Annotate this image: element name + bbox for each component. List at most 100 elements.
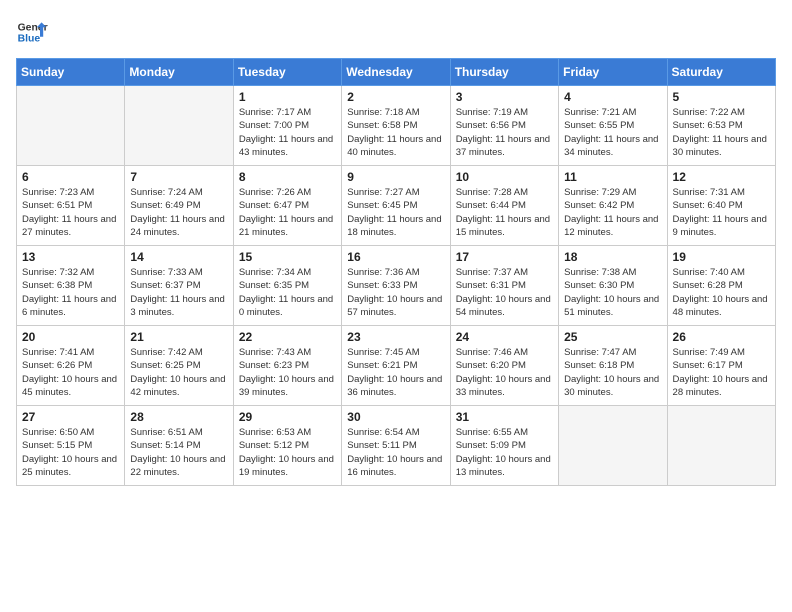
day-info: Sunrise: 7:31 AM Sunset: 6:40 PM Dayligh… — [673, 186, 770, 239]
day-number: 8 — [239, 170, 336, 184]
day-info: Sunrise: 6:55 AM Sunset: 5:09 PM Dayligh… — [456, 426, 553, 479]
day-info: Sunrise: 7:40 AM Sunset: 6:28 PM Dayligh… — [673, 266, 770, 319]
calendar-cell: 1 Sunrise: 7:17 AM Sunset: 7:00 PM Daylig… — [233, 86, 341, 166]
weekday-header-sunday: Sunday — [17, 59, 125, 86]
calendar-cell: 19 Sunrise: 7:40 AM Sunset: 6:28 PM Dayli… — [667, 246, 775, 326]
day-info: Sunrise: 7:36 AM Sunset: 6:33 PM Dayligh… — [347, 266, 444, 319]
calendar-cell: 12 Sunrise: 7:31 AM Sunset: 6:40 PM Dayli… — [667, 166, 775, 246]
day-info: Sunrise: 7:46 AM Sunset: 6:20 PM Dayligh… — [456, 346, 553, 399]
weekday-header-saturday: Saturday — [667, 59, 775, 86]
day-number: 10 — [456, 170, 553, 184]
day-info: Sunrise: 7:38 AM Sunset: 6:30 PM Dayligh… — [564, 266, 661, 319]
calendar-cell: 6 Sunrise: 7:23 AM Sunset: 6:51 PM Daylig… — [17, 166, 125, 246]
day-info: Sunrise: 6:54 AM Sunset: 5:11 PM Dayligh… — [347, 426, 444, 479]
day-number: 29 — [239, 410, 336, 424]
day-number: 22 — [239, 330, 336, 344]
calendar-cell: 2 Sunrise: 7:18 AM Sunset: 6:58 PM Daylig… — [342, 86, 450, 166]
calendar-cell: 9Sunrise: 7:27 AM Sunset: 6:45 PM Daylig… — [342, 166, 450, 246]
header: General Blue — [16, 16, 776, 48]
day-number: 16 — [347, 250, 444, 264]
day-info: Sunrise: 7:18 AM Sunset: 6:58 PM Dayligh… — [347, 106, 444, 159]
day-info: Sunrise: 7:45 AM Sunset: 6:21 PM Dayligh… — [347, 346, 444, 399]
calendar-cell: 13 Sunrise: 7:32 AM Sunset: 6:38 PM Dayli… — [17, 246, 125, 326]
day-info: Sunrise: 7:28 AM Sunset: 6:44 PM Dayligh… — [456, 186, 553, 239]
weekday-header-friday: Friday — [559, 59, 667, 86]
calendar-cell: 26 Sunrise: 7:49 AM Sunset: 6:17 PM Dayli… — [667, 326, 775, 406]
calendar-cell — [125, 86, 233, 166]
day-number: 23 — [347, 330, 444, 344]
logo-icon: General Blue — [16, 16, 48, 48]
day-info: Sunrise: 7:24 AM Sunset: 6:49 PM Dayligh… — [130, 186, 227, 239]
day-number: 30 — [347, 410, 444, 424]
svg-text:Blue: Blue — [18, 34, 41, 45]
day-number: 11 — [564, 170, 661, 184]
day-number: 18 — [564, 250, 661, 264]
day-number: 17 — [456, 250, 553, 264]
day-number: 6 — [22, 170, 119, 184]
day-number: 28 — [130, 410, 227, 424]
calendar-cell: 14Sunrise: 7:33 AM Sunset: 6:37 PM Dayli… — [125, 246, 233, 326]
day-number: 19 — [673, 250, 770, 264]
calendar-cell: 22 Sunrise: 7:43 AM Sunset: 6:23 PM Dayli… — [233, 326, 341, 406]
calendar-cell: 3 Sunrise: 7:19 AM Sunset: 6:56 PM Daylig… — [450, 86, 558, 166]
day-number: 2 — [347, 90, 444, 104]
calendar-cell — [667, 406, 775, 486]
weekday-header-wednesday: Wednesday — [342, 59, 450, 86]
day-info: Sunrise: 7:32 AM Sunset: 6:38 PM Dayligh… — [22, 266, 119, 319]
weekday-header-tuesday: Tuesday — [233, 59, 341, 86]
day-number: 25 — [564, 330, 661, 344]
day-number: 12 — [673, 170, 770, 184]
day-info: Sunrise: 7:34 AM Sunset: 6:35 PM Dayligh… — [239, 266, 336, 319]
day-number: 4 — [564, 90, 661, 104]
calendar-cell — [17, 86, 125, 166]
day-info: Sunrise: 7:27 AM Sunset: 6:45 PM Dayligh… — [347, 186, 444, 239]
day-number: 21 — [130, 330, 227, 344]
day-info: Sunrise: 7:26 AM Sunset: 6:47 PM Dayligh… — [239, 186, 336, 239]
svg-text:General: General — [18, 22, 48, 33]
day-info: Sunrise: 6:53 AM Sunset: 5:12 PM Dayligh… — [239, 426, 336, 479]
calendar-cell: 20 Sunrise: 7:41 AM Sunset: 6:26 PM Dayli… — [17, 326, 125, 406]
day-number: 26 — [673, 330, 770, 344]
calendar-cell: 7 Sunrise: 7:24 AM Sunset: 6:49 PM Daylig… — [125, 166, 233, 246]
day-info: Sunrise: 7:22 AM Sunset: 6:53 PM Dayligh… — [673, 106, 770, 159]
day-number: 7 — [130, 170, 227, 184]
day-number: 24 — [456, 330, 553, 344]
weekday-header-thursday: Thursday — [450, 59, 558, 86]
day-number: 1 — [239, 90, 336, 104]
calendar-cell: 29 Sunrise: 6:53 AM Sunset: 5:12 PM Dayli… — [233, 406, 341, 486]
day-number: 3 — [456, 90, 553, 104]
day-info: Sunrise: 6:51 AM Sunset: 5:14 PM Dayligh… — [130, 426, 227, 479]
day-info: Sunrise: 6:50 AM Sunset: 5:15 PM Dayligh… — [22, 426, 119, 479]
day-number: 13 — [22, 250, 119, 264]
calendar-cell: 4Sunrise: 7:21 AM Sunset: 6:55 PM Daylig… — [559, 86, 667, 166]
calendar-cell: 25 Sunrise: 7:47 AM Sunset: 6:18 PM Dayli… — [559, 326, 667, 406]
day-info: Sunrise: 7:23 AM Sunset: 6:51 PM Dayligh… — [22, 186, 119, 239]
day-info: Sunrise: 7:41 AM Sunset: 6:26 PM Dayligh… — [22, 346, 119, 399]
calendar-cell: 10 Sunrise: 7:28 AM Sunset: 6:44 PM Dayli… — [450, 166, 558, 246]
day-info: Sunrise: 7:47 AM Sunset: 6:18 PM Dayligh… — [564, 346, 661, 399]
calendar-cell: 11 Sunrise: 7:29 AM Sunset: 6:42 PM Dayli… — [559, 166, 667, 246]
calendar-cell: 31Sunrise: 6:55 AM Sunset: 5:09 PM Dayli… — [450, 406, 558, 486]
day-number: 15 — [239, 250, 336, 264]
weekday-header-monday: Monday — [125, 59, 233, 86]
day-info: Sunrise: 7:43 AM Sunset: 6:23 PM Dayligh… — [239, 346, 336, 399]
calendar-cell: 23 Sunrise: 7:45 AM Sunset: 6:21 PM Dayli… — [342, 326, 450, 406]
calendar-cell: 15 Sunrise: 7:34 AM Sunset: 6:35 PM Dayli… — [233, 246, 341, 326]
calendar-cell: 5 Sunrise: 7:22 AM Sunset: 6:53 PM Daylig… — [667, 86, 775, 166]
calendar-cell: 30 Sunrise: 6:54 AM Sunset: 5:11 PM Dayli… — [342, 406, 450, 486]
calendar-cell: 17 Sunrise: 7:37 AM Sunset: 6:31 PM Dayli… — [450, 246, 558, 326]
day-info: Sunrise: 7:19 AM Sunset: 6:56 PM Dayligh… — [456, 106, 553, 159]
day-info: Sunrise: 7:49 AM Sunset: 6:17 PM Dayligh… — [673, 346, 770, 399]
day-info: Sunrise: 7:42 AM Sunset: 6:25 PM Dayligh… — [130, 346, 227, 399]
calendar-cell: 24 Sunrise: 7:46 AM Sunset: 6:20 PM Dayli… — [450, 326, 558, 406]
calendar-cell: 18 Sunrise: 7:38 AM Sunset: 6:30 PM Dayli… — [559, 246, 667, 326]
day-number: 5 — [673, 90, 770, 104]
day-number: 14 — [130, 250, 227, 264]
day-info: Sunrise: 7:29 AM Sunset: 6:42 PM Dayligh… — [564, 186, 661, 239]
calendar-cell: 21 Sunrise: 7:42 AM Sunset: 6:25 PM Dayli… — [125, 326, 233, 406]
calendar-cell: 27Sunrise: 6:50 AM Sunset: 5:15 PM Dayli… — [17, 406, 125, 486]
day-info: Sunrise: 7:17 AM Sunset: 7:00 PM Dayligh… — [239, 106, 336, 159]
calendar-cell — [559, 406, 667, 486]
day-number: 20 — [22, 330, 119, 344]
day-info: Sunrise: 7:37 AM Sunset: 6:31 PM Dayligh… — [456, 266, 553, 319]
